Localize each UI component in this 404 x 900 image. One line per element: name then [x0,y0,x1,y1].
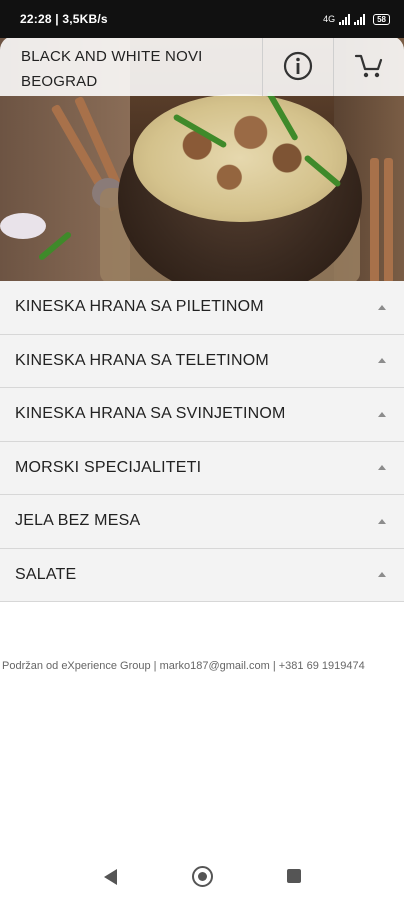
category-item-morski[interactable]: MORSKI SPECIJALITETI [0,441,404,495]
category-label: KINESKA HRANA SA PILETINOM [15,298,264,316]
cart-button[interactable] [333,38,404,96]
category-label: JELA BEZ MESA [15,512,141,530]
signal-icon-2 [354,13,366,25]
category-item-bez-mesa[interactable]: JELA BEZ MESA [0,495,404,549]
category-item-salate[interactable]: SALATE [0,548,404,602]
footer-credits: Podržan od eXperience Group | marko187@g… [2,660,365,672]
app-header: BLACK AND WHITE NOVI BEOGRAD [0,38,404,96]
caret-up-icon [378,411,386,417]
category-list: KINESKA HRANA SA PILETINOM KINESKA HRANA… [0,281,404,602]
category-item-teletina[interactable]: KINESKA HRANA SA TELETINOM [0,334,404,388]
cart-icon [354,54,383,78]
chopstick-decor [384,158,393,281]
caret-up-icon [378,572,386,578]
hero-food-image: BLACK AND WHITE NOVI BEOGRAD [0,38,404,281]
caret-up-icon [378,518,386,524]
category-label: KINESKA HRANA SA SVINJETINOM [15,405,286,423]
title-line-1: BLACK AND WHITE NOVI [21,48,203,65]
info-button[interactable] [262,38,333,96]
category-item-piletina[interactable]: KINESKA HRANA SA PILETINOM [0,281,404,335]
network-label: 4G [323,14,336,24]
category-label: KINESKA HRANA SA TELETINOM [15,351,269,369]
recent-apps-icon[interactable] [287,869,301,883]
status-indicators: 4G 58 [323,13,390,25]
status-time-speed: 22:28 | 3,5KB/s [20,12,108,26]
caret-up-icon [378,358,386,364]
caret-up-icon [378,304,386,310]
title-line-2: BEOGRAD [21,73,98,90]
noodle-food [133,94,347,222]
home-icon[interactable] [192,866,213,887]
category-item-svinjetina[interactable]: KINESKA HRANA SA SVINJETINOM [0,388,404,442]
battery-icon: 58 [373,13,390,25]
category-label: MORSKI SPECIJALITETI [15,458,202,476]
back-icon[interactable] [104,869,117,885]
category-label: SALATE [15,565,77,583]
info-icon [283,51,313,81]
chopstick-decor [370,158,379,281]
system-nav-bar [0,858,404,896]
restaurant-title: BLACK AND WHITE NOVI BEOGRAD [0,38,262,96]
signal-icon [339,13,351,25]
caret-up-icon [378,465,386,471]
garlic-decor [0,213,46,239]
status-bar: 22:28 | 3,5KB/s 4G 58 [0,0,404,38]
